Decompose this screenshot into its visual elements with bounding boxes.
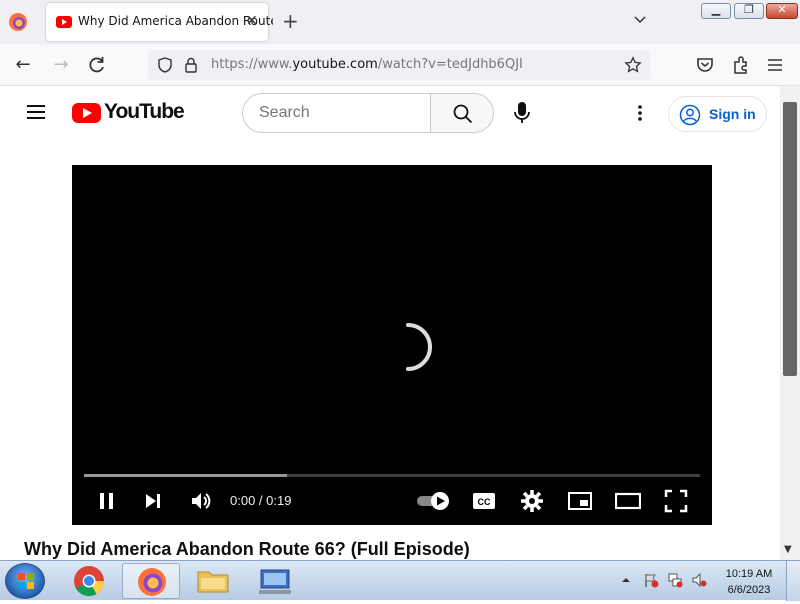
- scroll-down-arrow-icon[interactable]: ▼: [784, 544, 792, 555]
- system-clock[interactable]: 10:19 AM 6/6/2023: [718, 566, 780, 598]
- show-desktop-button[interactable]: [786, 561, 800, 601]
- guide-menu-icon[interactable]: [27, 105, 45, 119]
- pause-icon[interactable]: [94, 488, 120, 514]
- volume-muted-icon[interactable]: [691, 572, 707, 588]
- more-options-icon[interactable]: [628, 98, 652, 130]
- video-progress-bar[interactable]: [84, 474, 700, 477]
- hamburger-menu-icon[interactable]: [764, 54, 786, 76]
- chrome-icon: [74, 566, 104, 597]
- url-text[interactable]: https://www.youtube.com/watch?v=tedJdhb6…: [211, 57, 523, 72]
- autoplay-toggle-icon[interactable]: [416, 488, 452, 514]
- tab-title: Why Did America Abandon Route 66? (Full …: [78, 14, 273, 28]
- network-computer-icon: [259, 569, 291, 594]
- close-tab-icon[interactable]: ✕: [246, 13, 258, 29]
- scrollbar-thumb[interactable]: [783, 102, 797, 376]
- close-window-button[interactable]: ✕: [766, 3, 798, 19]
- video-time-display: 0:00 / 0:19: [230, 493, 292, 508]
- clock-date: 6/6/2023: [727, 584, 771, 596]
- forward-button[interactable]: →: [50, 54, 72, 76]
- closed-captions-icon[interactable]: CC: [471, 488, 497, 514]
- next-video-icon[interactable]: [141, 488, 167, 514]
- miniplayer-icon[interactable]: [567, 488, 593, 514]
- pocket-icon[interactable]: [694, 54, 716, 76]
- settings-gear-icon[interactable]: [519, 488, 545, 514]
- start-button[interactable]: [5, 563, 45, 599]
- search-box[interactable]: [242, 93, 431, 133]
- action-center-flag-icon[interactable]: [643, 572, 659, 588]
- youtube-favicon-icon: [56, 16, 72, 28]
- volume-icon[interactable]: [188, 488, 214, 514]
- search-icon: [453, 104, 473, 124]
- browser-tab-bar: Why Did America Abandon Route 66? (Full …: [0, 0, 800, 44]
- sign-in-button[interactable]: Sign in: [668, 96, 767, 132]
- firefox-icon: [138, 568, 166, 596]
- taskbar-network-computer[interactable]: [246, 563, 304, 599]
- extensions-icon[interactable]: [730, 54, 752, 76]
- sign-in-label: Sign in: [709, 106, 756, 122]
- url-bar[interactable]: https://www.youtube.com/watch?v=tedJdhb6…: [148, 50, 650, 80]
- minimize-button[interactable]: ▁: [701, 3, 731, 19]
- shield-icon[interactable]: [156, 56, 174, 74]
- video-title: Why Did America Abandon Route 66? (Full …: [24, 539, 470, 559]
- windows-taskbar: 10:19 AM 6/6/2023: [0, 560, 800, 601]
- account-icon: [679, 104, 701, 126]
- youtube-header: YouTube Sign in: [0, 86, 780, 142]
- taskbar-firefox[interactable]: [122, 563, 180, 599]
- show-hidden-icons-icon[interactable]: [620, 572, 632, 588]
- firefox-menu-icon[interactable]: [8, 12, 28, 32]
- page-scrollbar[interactable]: ▼: [780, 86, 800, 560]
- back-button[interactable]: ←: [12, 54, 34, 76]
- bookmark-star-icon[interactable]: [624, 56, 642, 74]
- restore-button[interactable]: ❐: [734, 3, 764, 19]
- taskbar-chrome[interactable]: [60, 563, 118, 599]
- loading-spinner-icon: [406, 323, 432, 371]
- lock-icon[interactable]: [182, 56, 200, 74]
- clock-time: 10:19 AM: [725, 568, 773, 580]
- file-explorer-icon: [197, 571, 229, 593]
- browser-nav-bar: ← → https://www.youtube.com/watch?v=tedJ…: [0, 44, 800, 86]
- search-input[interactable]: [259, 103, 419, 123]
- fullscreen-icon[interactable]: [663, 488, 689, 514]
- buffered-progress: [84, 474, 288, 477]
- svg-text:CC: CC: [478, 497, 491, 507]
- theater-mode-icon[interactable]: [615, 488, 641, 514]
- search-button[interactable]: [430, 93, 494, 133]
- microphone-icon[interactable]: [504, 95, 540, 131]
- reload-icon[interactable]: [86, 54, 108, 76]
- taskbar-file-explorer[interactable]: [184, 563, 242, 599]
- windows-logo-icon: [18, 573, 34, 589]
- chevron-down-icon[interactable]: [633, 12, 647, 26]
- network-icon[interactable]: [667, 572, 683, 588]
- new-tab-button[interactable]: +: [282, 9, 299, 33]
- youtube-play-logo-icon: [72, 103, 101, 123]
- youtube-wordmark: YouTube: [104, 100, 185, 123]
- active-tab[interactable]: Why Did America Abandon Route 66? (Full …: [46, 3, 273, 41]
